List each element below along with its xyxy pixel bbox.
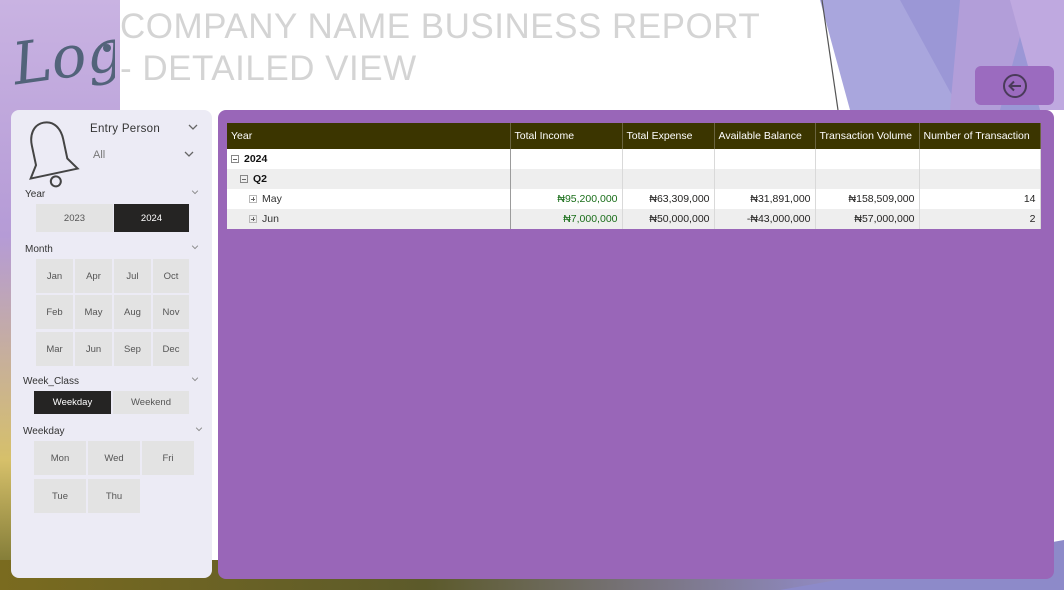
month-tile-jul[interactable]: Jul xyxy=(114,259,151,293)
cell-number-of-transaction: 14 xyxy=(919,189,1041,209)
row-header-quarter: Q2 xyxy=(227,169,511,189)
column-header-transaction-volume[interactable]: Transaction Volume xyxy=(815,123,920,149)
column-header-total-income[interactable]: Total Income xyxy=(510,123,623,149)
row-header-month: Jun xyxy=(227,209,511,229)
column-header-total-expense[interactable]: Total Expense xyxy=(622,123,715,149)
cell-total-income: ₦95,200,000 xyxy=(510,189,623,209)
table-row: Q2 xyxy=(227,169,1041,189)
chevron-down-icon[interactable] xyxy=(184,151,194,158)
page-title: COMPANY NAME BUSINESS REPORT - DETAILED … xyxy=(120,7,760,88)
filter-panel: Entry Person All Year 2023 2024 Month Ja… xyxy=(11,110,212,578)
month-tile-sep[interactable]: Sep xyxy=(114,332,151,366)
entry-person-dropdown[interactable]: All xyxy=(93,149,105,161)
month-tile-oct[interactable]: Oct xyxy=(153,259,189,293)
chevron-down-icon[interactable] xyxy=(191,377,199,382)
bell-icon xyxy=(29,121,80,188)
week-class-tile-weekday[interactable]: Weekday xyxy=(34,391,111,414)
weekday-tile-wed[interactable]: Wed xyxy=(88,441,140,475)
matrix-header-row: Year Total Income Total Expense Availabl… xyxy=(227,123,1041,149)
month-tile-apr[interactable]: Apr xyxy=(75,259,112,293)
chevron-down-icon[interactable] xyxy=(191,190,199,195)
row-header-year: 2024 xyxy=(227,149,511,169)
collapse-icon[interactable] xyxy=(231,155,239,164)
month-tile-dec[interactable]: Dec xyxy=(153,332,189,366)
column-header-year[interactable]: Year xyxy=(227,123,511,149)
month-tile-feb[interactable]: Feb xyxy=(36,295,73,329)
cell-available-balance: ₦31,891,000 xyxy=(714,189,816,209)
year-tile-2023[interactable]: 2023 xyxy=(36,204,113,232)
table-row: Jun ₦7,000,000 ₦50,000,000 -₦43,000,000 … xyxy=(227,209,1041,229)
year-tile-2024[interactable]: 2024 xyxy=(114,204,189,232)
main-report-panel: Year Total Income Total Expense Availabl… xyxy=(218,110,1054,579)
weekday-tile-tue[interactable]: Tue xyxy=(34,479,86,513)
month-label: Month xyxy=(25,244,53,255)
cell-transaction-volume: ₦57,000,000 xyxy=(815,209,920,229)
chevron-down-icon[interactable] xyxy=(195,427,203,432)
chevron-down-icon[interactable] xyxy=(191,245,199,250)
row-header-month: May xyxy=(227,189,511,209)
year-label: Year xyxy=(25,189,46,200)
month-tile-mar[interactable]: Mar xyxy=(36,332,73,366)
week-class-label: Week_Class xyxy=(23,376,79,387)
table-row: May ₦95,200,000 ₦63,309,000 ₦31,891,000 … xyxy=(227,189,1041,209)
cell-total-income: ₦7,000,000 xyxy=(510,209,623,229)
month-tile-may[interactable]: May xyxy=(75,295,112,329)
arrow-left-circle-icon xyxy=(1002,73,1027,98)
weekday-tile-mon[interactable]: Mon xyxy=(34,441,86,475)
cell-available-balance: -₦43,000,000 xyxy=(714,209,816,229)
month-tile-nov[interactable]: Nov xyxy=(153,295,189,329)
expand-icon[interactable] xyxy=(249,195,257,204)
weekday-tile-fri[interactable]: Fri xyxy=(142,441,194,475)
cell-total-expense: ₦50,000,000 xyxy=(622,209,715,229)
month-tile-aug[interactable]: Aug xyxy=(114,295,151,329)
table-row: 2024 xyxy=(227,149,1041,169)
weekday-label: Weekday xyxy=(23,426,65,437)
cell-total-expense: ₦63,309,000 xyxy=(622,189,715,209)
week-class-tile-weekend[interactable]: Weekend xyxy=(113,391,189,414)
chevron-down-icon[interactable] xyxy=(188,124,198,131)
expand-icon[interactable] xyxy=(249,215,257,224)
company-logo: Logo xyxy=(10,11,115,99)
column-header-available-balance[interactable]: Available Balance xyxy=(714,123,816,149)
collapse-icon[interactable] xyxy=(240,175,248,184)
cell-number-of-transaction: 2 xyxy=(919,209,1041,229)
back-button[interactable] xyxy=(975,66,1054,105)
month-tile-jun[interactable]: Jun xyxy=(75,332,112,366)
cell-transaction-volume: ₦158,509,000 xyxy=(815,189,920,209)
svg-text:Logo: Logo xyxy=(10,11,115,99)
transactions-matrix: Year Total Income Total Expense Availabl… xyxy=(227,123,1041,229)
weekday-tile-thu[interactable]: Thu xyxy=(88,479,140,513)
column-header-number-of-transaction[interactable]: Number of Transaction xyxy=(919,123,1041,149)
month-tile-jan[interactable]: Jan xyxy=(36,259,73,293)
entry-person-label: Entry Person xyxy=(90,123,161,135)
